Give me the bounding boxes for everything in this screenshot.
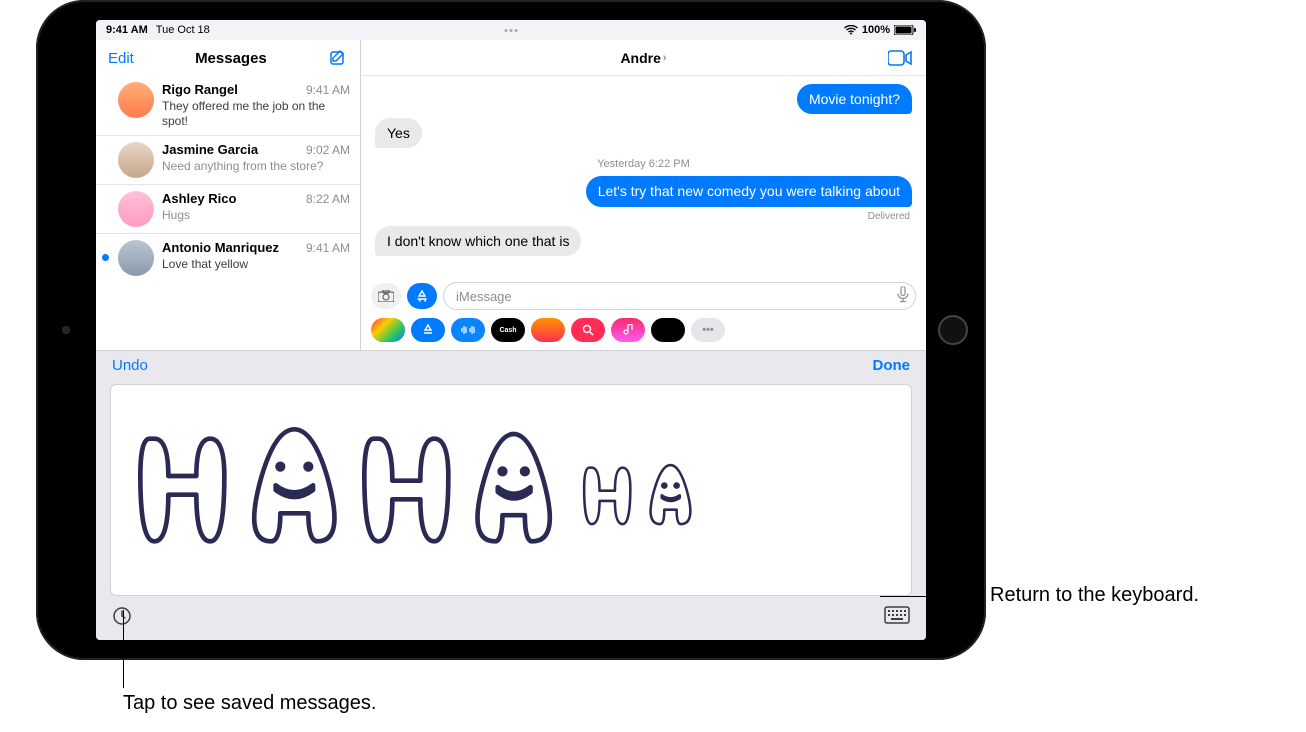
conversation-item[interactable]: Jasmine Garcia 9:02 AM Need anything fro… — [96, 136, 360, 185]
callout-keyboard: Return to the keyboard. — [990, 584, 1199, 607]
message-bubble-sent[interactable]: Movie tonight? — [797, 84, 912, 114]
conversation-preview: Love that yellow — [162, 257, 350, 272]
conversation-list[interactable]: Rigo Rangel 9:41 AM They offered me the … — [96, 76, 360, 350]
message-placeholder: iMessage — [456, 289, 512, 304]
app-strip: Cash ••• — [361, 314, 926, 350]
conversation-time: 9:41 AM — [306, 241, 350, 255]
conversation-time: 9:41 AM — [306, 83, 350, 97]
sidebar-title: Messages — [134, 50, 328, 67]
app-digital-touch[interactable] — [651, 318, 685, 342]
callout-line — [123, 610, 124, 688]
conversation-time: 9:02 AM — [306, 143, 350, 157]
message-input[interactable]: iMessage — [443, 282, 916, 310]
chevron-right-icon: › — [663, 52, 667, 64]
avatar — [118, 191, 154, 227]
chat-pane: Andre › Movie tonight? Yes Yesterday 6:2… — [361, 40, 926, 350]
chat-body[interactable]: Movie tonight? Yes Yesterday 6:22 PM Let… — [361, 76, 926, 278]
avatar — [118, 240, 154, 276]
conversation-item[interactable]: Ashley Rico 8:22 AM Hugs — [96, 185, 360, 234]
unread-dot-icon — [102, 254, 109, 261]
battery-icon — [894, 25, 916, 35]
wifi-icon — [844, 25, 858, 35]
dictation-button[interactable] — [897, 287, 909, 306]
compose-button[interactable] — [328, 48, 348, 68]
mic-icon — [897, 287, 909, 303]
app-apple-cash[interactable]: Cash — [491, 318, 525, 342]
home-button[interactable] — [938, 315, 968, 345]
message-bubble-recv[interactable]: Yes — [375, 118, 422, 148]
conversation-preview: Need anything from the store? — [162, 159, 350, 174]
keyboard-icon — [884, 606, 910, 624]
status-date: Tue Oct 18 — [156, 24, 210, 36]
chat-header: Andre › — [361, 40, 926, 76]
app-store-button[interactable] — [407, 283, 437, 309]
clock-icon — [112, 606, 132, 626]
conversation-preview: They offered me the job on the spot! — [162, 99, 350, 129]
app-photos[interactable] — [371, 318, 405, 342]
camera-icon — [378, 290, 394, 302]
app-search[interactable] — [571, 318, 605, 342]
chat-contact-name: Andre — [620, 50, 660, 66]
camera-button[interactable] — [371, 283, 401, 309]
avatar — [118, 142, 154, 178]
conversation-item[interactable]: Rigo Rangel 9:41 AM They offered me the … — [96, 76, 360, 136]
conversation-item[interactable]: Antonio Manriquez 9:41 AM Love that yell… — [96, 234, 360, 282]
callout-saved: Tap to see saved messages. — [123, 692, 376, 715]
conversation-name: Ashley Rico — [162, 191, 236, 206]
facetime-button[interactable] — [888, 50, 912, 66]
handwriting-drawing — [131, 420, 784, 560]
screen: 9:41 AM Tue Oct 18 100% Edit Mes — [96, 20, 926, 640]
keyboard-button[interactable] — [884, 606, 910, 634]
app-more[interactable]: ••• — [691, 318, 725, 342]
app-memoji[interactable] — [531, 318, 565, 342]
appstore-icon — [416, 290, 428, 302]
handwriting-panel: Undo Done — [96, 350, 926, 640]
delivered-status: Delivered — [375, 211, 912, 222]
edit-button[interactable]: Edit — [108, 50, 134, 67]
conversation-preview: Hugs — [162, 208, 350, 223]
message-bubble-sent[interactable]: Let's try that new comedy you were talki… — [586, 176, 912, 206]
undo-button[interactable]: Undo — [112, 357, 148, 374]
conversation-name: Rigo Rangel — [162, 82, 238, 97]
status-bar: 9:41 AM Tue Oct 18 100% — [96, 20, 926, 40]
message-input-row: iMessage — [361, 278, 926, 314]
done-button[interactable]: Done — [873, 357, 911, 374]
ipad-frame: 9:41 AM Tue Oct 18 100% Edit Mes — [36, 0, 986, 660]
handwriting-canvas[interactable] — [110, 384, 912, 596]
avatar — [118, 82, 154, 118]
status-time: 9:41 AM — [106, 24, 148, 36]
conversation-time: 8:22 AM — [306, 192, 350, 206]
app-store[interactable] — [411, 318, 445, 342]
conversation-name: Antonio Manriquez — [162, 240, 279, 255]
battery-pct: 100% — [862, 24, 890, 36]
callout-line — [880, 596, 980, 597]
front-camera-dot — [62, 326, 70, 334]
chat-contact-button[interactable]: Andre › — [620, 50, 666, 66]
conversation-name: Jasmine Garcia — [162, 142, 258, 157]
multitask-grabber[interactable] — [505, 29, 518, 32]
app-audio[interactable] — [451, 318, 485, 342]
chat-timestamp: Yesterday 6:22 PM — [375, 158, 912, 170]
app-music[interactable] — [611, 318, 645, 342]
message-bubble-recv[interactable]: I don't know which one that is — [375, 226, 581, 256]
conversation-sidebar: Edit Messages Rigo Rangel 9:41 AM — [96, 40, 361, 350]
saved-messages-button[interactable] — [112, 606, 132, 634]
